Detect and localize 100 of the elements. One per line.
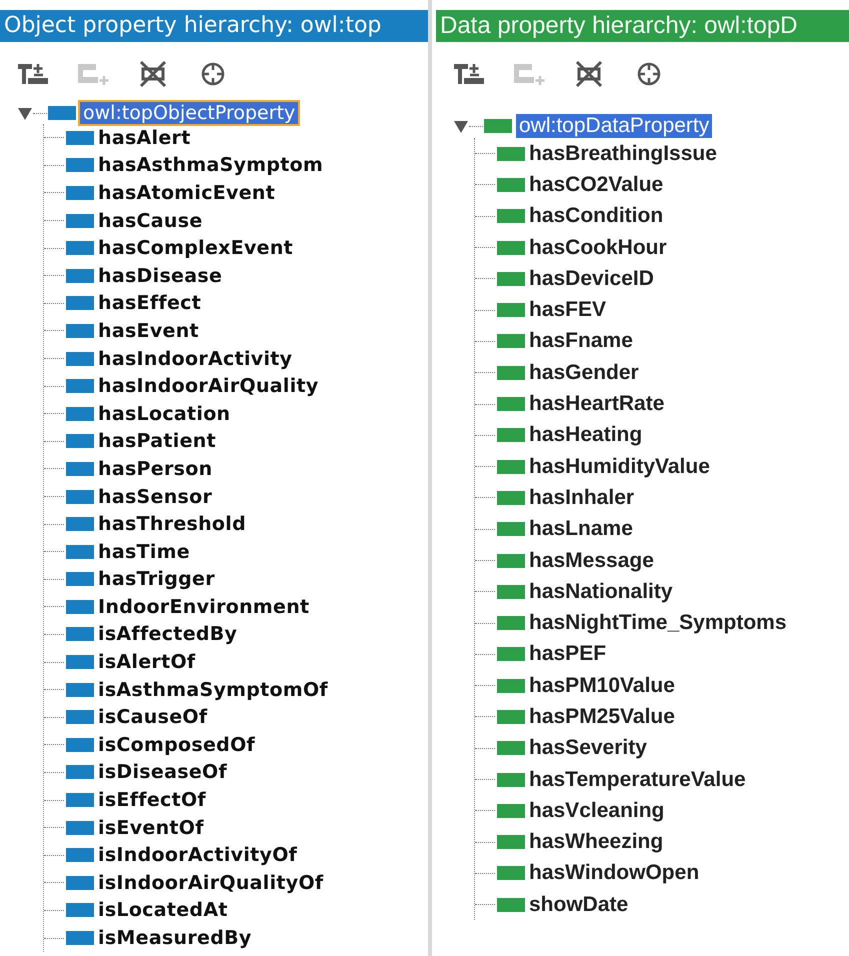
tree-item[interactable]: isLocatedAt: [98, 899, 228, 922]
property-icon: [497, 866, 525, 880]
property-icon: [497, 178, 525, 192]
property-icon: [66, 600, 94, 614]
tree-item[interactable]: isIndoorActivityOf: [98, 844, 298, 866]
tree-item[interactable]: hasPatient: [98, 430, 216, 452]
tree-item[interactable]: hasSensor: [98, 486, 212, 508]
property-icon: [66, 130, 94, 145]
property-icon: [66, 186, 94, 200]
property-icon: [66, 324, 94, 338]
target-icon[interactable]: [636, 61, 662, 87]
tree-item[interactable]: hasLname: [529, 517, 633, 542]
tree-item[interactable]: hasAlert: [98, 126, 191, 149]
tree-item[interactable]: owl:topDataProperty: [516, 114, 712, 138]
tree-item[interactable]: hasIndoorAirQuality: [98, 375, 319, 398]
tree-item[interactable]: isCauseOf: [98, 706, 208, 728]
property-icon: [497, 772, 525, 787]
tree-item[interactable]: IndoorEnvironment: [98, 596, 310, 618]
tree-item[interactable]: owl:topObjectProperty: [80, 102, 298, 124]
tree-item[interactable]: hasLocation: [98, 402, 230, 425]
tree-item[interactable]: hasCookHour: [529, 236, 667, 260]
tree-item[interactable]: hasEvent: [98, 320, 199, 342]
property-icon: [497, 647, 525, 662]
tree-item[interactable]: hasFname: [529, 329, 633, 354]
tree-item[interactable]: hasAtomicEvent: [98, 182, 276, 204]
tree-item[interactable]: hasHeartRate: [529, 392, 664, 416]
property-icon: [66, 765, 94, 780]
tree-item[interactable]: hasEffect: [98, 292, 202, 314]
tree-item[interactable]: hasHeating: [529, 423, 642, 448]
tree-item[interactable]: isMeasuredBy: [98, 927, 252, 950]
tree-item[interactable]: hasNationality: [529, 580, 673, 604]
tree-item[interactable]: hasDeviceID: [529, 266, 654, 291]
property-icon: [66, 682, 94, 697]
tree-item[interactable]: hasHumidityValue: [529, 454, 710, 479]
tree-item[interactable]: isEventOf: [98, 816, 204, 839]
tree-item[interactable]: hasPEF: [529, 642, 606, 666]
property-icon: [66, 434, 94, 448]
property-icon: [497, 460, 525, 474]
property-icon: [66, 820, 94, 835]
property-icon: [497, 366, 525, 380]
tree-item[interactable]: isAlertOf: [98, 651, 196, 674]
tree-item[interactable]: hasPM25Value: [529, 704, 675, 729]
property-icon: [66, 793, 94, 808]
tree-item[interactable]: hasPerson: [98, 458, 212, 480]
property-icon: [497, 397, 525, 412]
property-icon: [66, 490, 94, 504]
panel-title: Object property hierarchy: owl:top: [0, 10, 428, 42]
tree-item[interactable]: hasIndoorActivity: [98, 348, 292, 370]
tree-item[interactable]: hasWindowOpen: [529, 861, 700, 886]
collapse-icon[interactable]: [18, 106, 32, 120]
property-icon: [497, 554, 525, 568]
property-icon: [497, 835, 525, 850]
property-icon: [66, 241, 94, 256]
tree-item[interactable]: isDiseaseOf: [98, 761, 228, 784]
delete-icon[interactable]: [573, 60, 605, 88]
tree-item[interactable]: isIndoorAirQualityOf: [98, 872, 324, 894]
property-icon: [66, 848, 94, 862]
tree-item[interactable]: hasCO2Value: [529, 172, 664, 197]
tree-item[interactable]: hasTemperatureValue: [529, 768, 746, 792]
tree-item[interactable]: hasInhaler: [529, 486, 634, 510]
tree-item[interactable]: hasSeverity: [529, 736, 647, 760]
property-icon: [497, 272, 525, 286]
delete-icon[interactable]: [137, 60, 169, 88]
tree-item[interactable]: hasVcleaning: [529, 798, 664, 823]
tree-item[interactable]: hasAsthmaSymptom: [98, 154, 324, 176]
property-icon: [497, 804, 525, 818]
tree-item[interactable]: hasGender: [529, 360, 639, 385]
tree-item[interactable]: hasDisease: [98, 264, 222, 287]
tree-item[interactable]: hasNightTime_Symptoms: [529, 611, 787, 636]
collapse-icon[interactable]: [454, 119, 468, 133]
property-icon: [66, 903, 94, 918]
property-icon: [66, 517, 94, 532]
tree-item[interactable]: hasCause: [98, 210, 203, 232]
tree-item[interactable]: hasTrigger: [98, 568, 215, 590]
tree-item[interactable]: hasThreshold: [98, 513, 246, 536]
property-icon: [66, 268, 94, 283]
tree-item[interactable]: hasComplexEvent: [98, 237, 294, 260]
target-icon[interactable]: [200, 61, 226, 87]
tree-item[interactable]: isAsthmaSymptomOf: [98, 678, 328, 701]
property-icon: [66, 710, 94, 724]
tree-item[interactable]: hasBreathingIssue: [529, 142, 717, 166]
tree-item[interactable]: isAffectedBy: [98, 623, 238, 646]
add-subproperty-icon[interactable]: [452, 61, 486, 87]
property-icon: [66, 406, 94, 421]
add-subproperty-icon[interactable]: [16, 61, 50, 87]
property-icon: [66, 379, 94, 394]
tree-item[interactable]: showDate: [529, 892, 628, 917]
tree-item[interactable]: hasTime: [98, 540, 190, 563]
property-icon: [66, 296, 94, 310]
tree-item[interactable]: hasMessage: [529, 548, 654, 572]
tree-item[interactable]: hasWheezing: [529, 830, 664, 854]
panel-title: Data property hierarchy: owl:topD: [436, 10, 849, 42]
tree-item[interactable]: isEffectOf: [98, 789, 206, 812]
tree-item[interactable]: hasCondition: [529, 204, 664, 228]
property-icon: [66, 876, 94, 890]
tree-item[interactable]: hasFEV: [529, 298, 606, 322]
tree-item[interactable]: hasPM10Value: [529, 674, 675, 698]
property-icon: [497, 209, 525, 224]
property-icon: [66, 462, 94, 476]
tree-item[interactable]: isComposedOf: [98, 734, 256, 756]
